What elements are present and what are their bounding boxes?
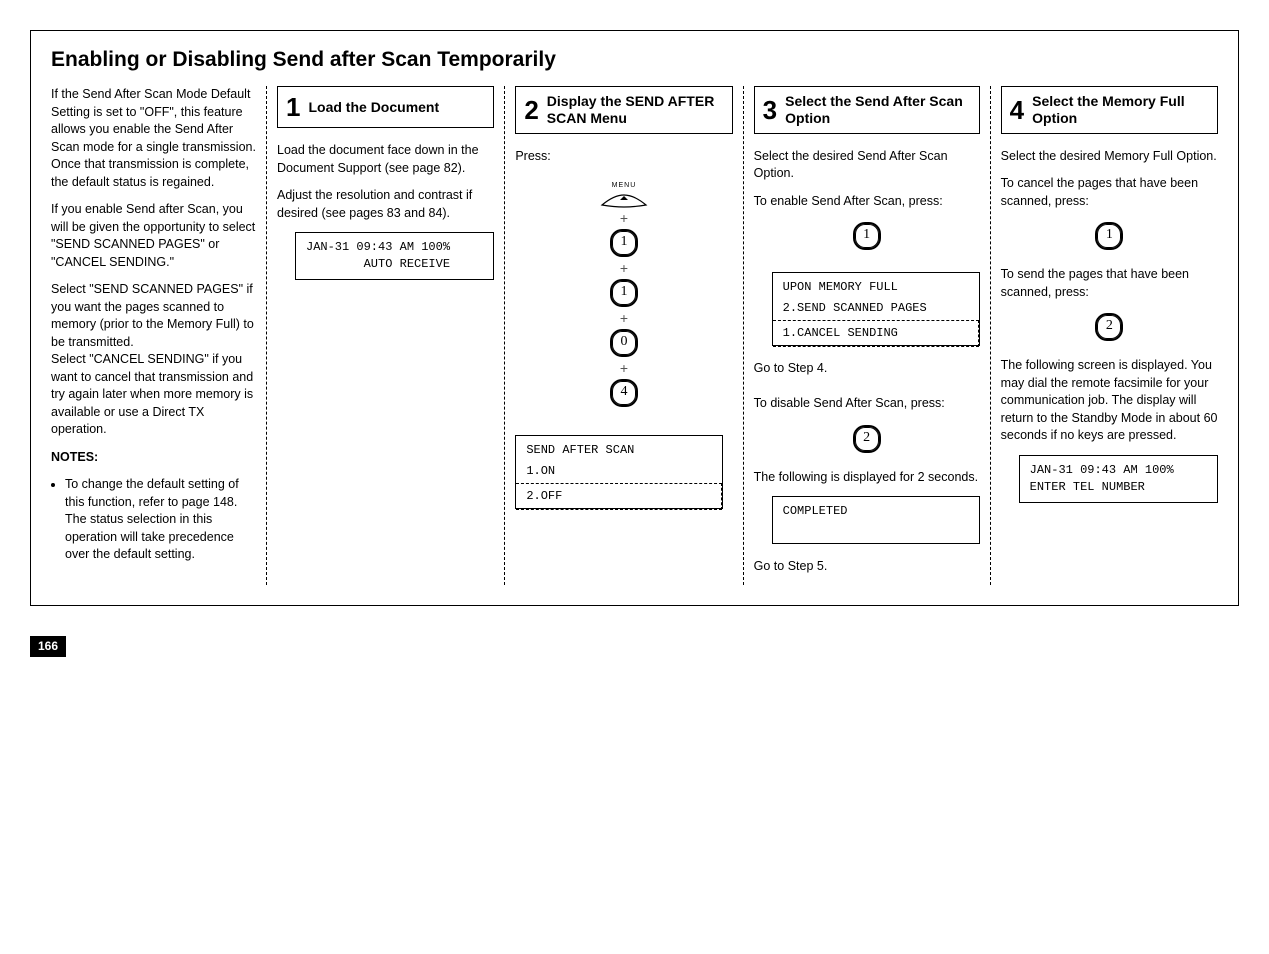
step3-title: Select the Send After Scan Option	[785, 93, 971, 127]
step4-lcd: JAN-31 09:43 AM 100% ENTER TEL NUMBER	[1019, 455, 1218, 503]
key-block: 1	[1001, 220, 1218, 252]
keypad-1[interactable]: 1	[610, 229, 638, 257]
step4-title: Select the Memory Full Option	[1032, 93, 1209, 127]
step3-lcd2: COMPLETED	[772, 496, 980, 544]
menu-button[interactable]: MENU	[596, 181, 652, 209]
step4-p1: Select the desired Memory Full Option.	[1001, 148, 1218, 166]
key-block: 2	[754, 423, 980, 455]
step4-p3: To send the pages that have been scanned…	[1001, 266, 1218, 301]
step4-num: 4	[1010, 97, 1024, 123]
lcd-line: 2.OFF	[516, 483, 722, 510]
step3-p1: Select the desired Send After Scan Optio…	[754, 148, 980, 183]
step2-press: Press:	[515, 148, 732, 166]
intro-p4: Select "CANCEL SENDING" if you want to c…	[51, 351, 256, 439]
step3-p3: Go to Step 4.	[754, 360, 980, 378]
intro-p3: Select "SEND SCANNED PAGES" if you want …	[51, 281, 256, 351]
lcd-line: JAN-31 09:43 AM 100%	[306, 240, 450, 254]
lcd-line: 1.ON	[524, 461, 714, 482]
divider	[990, 86, 991, 585]
page-content: Enabling or Disabling Send after Scan Te…	[30, 30, 1239, 606]
lcd-line: 2.SEND SCANNED PAGES	[781, 298, 971, 319]
menu-icon	[600, 191, 648, 209]
step2-num: 2	[524, 97, 538, 123]
intro-p1: If the Send After Scan Mode Default Sett…	[51, 86, 256, 191]
step3-p5: The following is displayed for 2 seconds…	[754, 469, 980, 487]
step3-column: 3 Select the Send After Scan Option Sele…	[754, 86, 980, 585]
key-sequence: MENU + 1 + 1 + 0 + 4	[515, 175, 732, 409]
plus-icon: +	[515, 311, 732, 325]
step1-title: Load the Document	[308, 99, 439, 116]
lcd-line: AUTO RECEIVE	[306, 257, 450, 271]
section-title: Enabling or Disabling Send after Scan Te…	[51, 45, 1218, 74]
step4-column: 4 Select the Memory Full Option Select t…	[1001, 86, 1218, 585]
divider	[266, 86, 267, 585]
step3-header: 3 Select the Send After Scan Option	[754, 86, 980, 134]
lcd-line: SEND AFTER SCAN	[524, 440, 714, 461]
step1-num: 1	[286, 94, 300, 120]
columns: If the Send After Scan Mode Default Sett…	[51, 86, 1218, 585]
keypad-2[interactable]: 2	[1095, 313, 1123, 341]
lcd-line: ENTER TEL NUMBER	[1030, 480, 1145, 494]
step2-header: 2 Display the SEND AFTER SCAN Menu	[515, 86, 732, 134]
key-block: 1	[754, 220, 980, 252]
menu-label: MENU	[596, 181, 652, 191]
notes-heading: NOTES:	[51, 449, 256, 467]
step1-column: 1 Load the Document Load the document fa…	[277, 86, 494, 585]
intro-p2: If you enable Send after Scan, you will …	[51, 201, 256, 271]
step1-header: 1 Load the Document	[277, 86, 494, 128]
plus-icon: +	[515, 361, 732, 375]
step4-p2: To cancel the pages that have been scann…	[1001, 175, 1218, 210]
keypad-1[interactable]: 1	[1095, 222, 1123, 250]
keypad-1[interactable]: 1	[853, 222, 881, 250]
divider	[504, 86, 505, 585]
step1-p2: Adjust the resolution and contrast if de…	[277, 187, 494, 222]
step1-lcd: JAN-31 09:43 AM 100% AUTO RECEIVE	[295, 232, 494, 280]
step1-p1: Load the document face down in the Docum…	[277, 142, 494, 177]
step3-p6: Go to Step 5.	[754, 558, 980, 576]
lcd-line: UPON MEMORY FULL	[781, 277, 971, 298]
keypad-2[interactable]: 2	[853, 425, 881, 453]
step2-lcd: SEND AFTER SCAN 1.ON 2.OFF	[515, 435, 723, 508]
step4-p4: The following screen is displayed. You m…	[1001, 357, 1218, 445]
lcd-line: JAN-31 09:43 AM 100%	[1030, 463, 1174, 477]
step3-p4: To disable Send After Scan, press:	[754, 395, 980, 413]
key-block: 2	[1001, 311, 1218, 343]
notes-list: To change the default setting of this fu…	[65, 476, 256, 564]
intro-column: If the Send After Scan Mode Default Sett…	[51, 86, 256, 585]
page-number: 166	[30, 636, 66, 657]
keypad-1[interactable]: 1	[610, 279, 638, 307]
note-item: To change the default setting of this fu…	[65, 476, 256, 564]
plus-icon: +	[515, 261, 732, 275]
lcd-line: COMPLETED	[783, 504, 848, 518]
step3-lcd: UPON MEMORY FULL 2.SEND SCANNED PAGES 1.…	[772, 272, 980, 345]
step3-num: 3	[763, 97, 777, 123]
step2-column: 2 Display the SEND AFTER SCAN Menu Press…	[515, 86, 732, 585]
keypad-0[interactable]: 0	[610, 329, 638, 357]
step3-p2: To enable Send After Scan, press:	[754, 193, 980, 211]
divider	[743, 86, 744, 585]
plus-icon: +	[515, 211, 732, 225]
lcd-line: 1.CANCEL SENDING	[773, 320, 979, 347]
step2-title: Display the SEND AFTER SCAN Menu	[547, 93, 724, 127]
keypad-4[interactable]: 4	[610, 379, 638, 407]
step4-header: 4 Select the Memory Full Option	[1001, 86, 1218, 134]
